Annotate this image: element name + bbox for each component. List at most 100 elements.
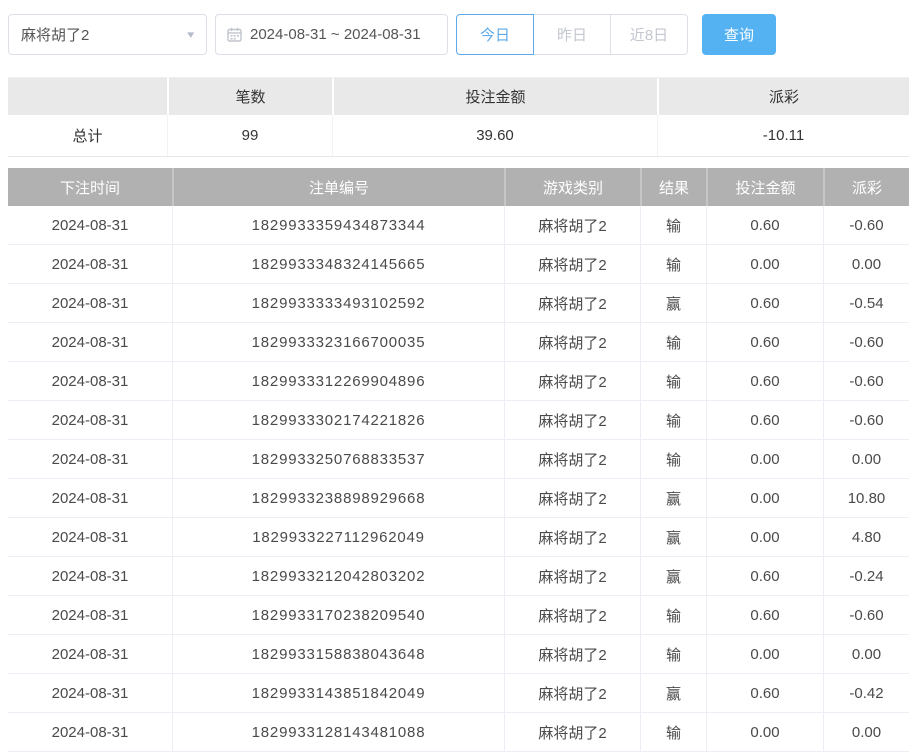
table-row: 2024-08-311829933212042803202麻将胡了2赢0.60-… — [8, 557, 909, 596]
payout-cell: 4.80 — [823, 518, 909, 556]
bet-time-cell: 2024-08-31 — [8, 206, 172, 244]
summary-header-payout: 派彩 — [657, 78, 909, 115]
game-type-cell: 麻将胡了2 — [504, 440, 640, 478]
payout-cell: -0.60 — [823, 206, 909, 244]
table-row: 2024-08-311829933143851842049麻将胡了2赢0.60-… — [8, 674, 909, 713]
calendar-icon — [227, 27, 242, 42]
summary-total-count: 99 — [167, 115, 332, 156]
table-row: 2024-08-311829933250768833537麻将胡了2输0.000… — [8, 440, 909, 479]
game-type-cell: 麻将胡了2 — [504, 635, 640, 673]
table-row: 2024-08-311829933158838043648麻将胡了2输0.000… — [8, 635, 909, 674]
bet-id-cell: 1829933312269904896 — [172, 362, 504, 400]
payout-cell: -0.60 — [823, 596, 909, 634]
last-8-days-button[interactable]: 近8日 — [610, 14, 688, 55]
game-type-cell: 麻将胡了2 — [504, 284, 640, 322]
summary-total-bet-amount: 39.60 — [332, 115, 657, 156]
summary-header-bet-amount: 投注金额 — [332, 78, 657, 115]
table-row: 2024-08-311829933312269904896麻将胡了2输0.60-… — [8, 362, 909, 401]
bet-amount-cell: 0.00 — [706, 245, 823, 283]
result-cell: 输 — [640, 440, 706, 478]
payout-cell: -0.54 — [823, 284, 909, 322]
table-row: 2024-08-311829933333493102592麻将胡了2赢0.60-… — [8, 284, 909, 323]
table-row: 2024-08-311829933238898929668麻将胡了2赢0.001… — [8, 479, 909, 518]
result-cell: 赢 — [640, 674, 706, 712]
bet-id-cell: 1829933359434873344 — [172, 206, 504, 244]
game-type-cell: 麻将胡了2 — [504, 557, 640, 595]
summary-total-label: 总计 — [8, 115, 167, 156]
bet-id-cell: 1829933212042803202 — [172, 557, 504, 595]
game-type-cell: 麻将胡了2 — [504, 518, 640, 556]
bet-amount-cell: 0.60 — [706, 323, 823, 361]
result-cell: 输 — [640, 596, 706, 634]
bet-amount-cell: 0.60 — [706, 401, 823, 439]
bet-time-cell: 2024-08-31 — [8, 323, 172, 361]
payout-cell: 0.00 — [823, 713, 909, 751]
header-bet-time: 下注时间 — [8, 168, 172, 206]
summary-header-count: 笔数 — [167, 78, 332, 115]
table-row: 2024-08-311829933302174221826麻将胡了2输0.60-… — [8, 401, 909, 440]
search-button[interactable]: 查询 — [702, 14, 776, 55]
summary-total-payout: -10.11 — [657, 115, 909, 156]
bet-id-cell: 1829933323166700035 — [172, 323, 504, 361]
bet-id-cell: 1829933348324145665 — [172, 245, 504, 283]
bet-amount-cell: 0.00 — [706, 518, 823, 556]
payout-cell: -0.60 — [823, 362, 909, 400]
table-row: 2024-08-311829933359434873344麻将胡了2输0.60-… — [8, 206, 909, 245]
date-range-input[interactable]: 2024-08-31 ~ 2024-08-31 — [215, 14, 448, 55]
table-row: 2024-08-311829933170238209540麻将胡了2输0.60-… — [8, 596, 909, 635]
bet-time-cell: 2024-08-31 — [8, 284, 172, 322]
bet-id-cell: 1829933143851842049 — [172, 674, 504, 712]
bet-time-cell: 2024-08-31 — [8, 245, 172, 283]
game-type-cell: 麻将胡了2 — [504, 479, 640, 517]
bet-time-cell: 2024-08-31 — [8, 362, 172, 400]
result-cell: 输 — [640, 245, 706, 283]
result-cell: 输 — [640, 635, 706, 673]
result-cell: 输 — [640, 362, 706, 400]
payout-cell: 0.00 — [823, 635, 909, 673]
date-range-value: 2024-08-31 ~ 2024-08-31 — [250, 26, 421, 43]
bet-id-cell: 1829933333493102592 — [172, 284, 504, 322]
bet-amount-cell: 0.60 — [706, 557, 823, 595]
bet-time-cell: 2024-08-31 — [8, 557, 172, 595]
payout-cell: -0.24 — [823, 557, 909, 595]
result-cell: 输 — [640, 323, 706, 361]
bet-time-cell: 2024-08-31 — [8, 479, 172, 517]
bet-amount-cell: 0.60 — [706, 206, 823, 244]
bet-time-cell: 2024-08-31 — [8, 713, 172, 751]
result-cell: 输 — [640, 713, 706, 751]
header-result: 结果 — [640, 168, 706, 206]
game-type-cell: 麻将胡了2 — [504, 596, 640, 634]
result-cell: 赢 — [640, 284, 706, 322]
summary-header-blank — [8, 78, 167, 115]
bet-amount-cell: 0.60 — [706, 284, 823, 322]
table-row: 2024-08-311829933348324145665麻将胡了2输0.000… — [8, 245, 909, 284]
bet-time-cell: 2024-08-31 — [8, 674, 172, 712]
yesterday-button[interactable]: 昨日 — [533, 14, 611, 55]
payout-cell: 0.00 — [823, 440, 909, 478]
bet-time-cell: 2024-08-31 — [8, 596, 172, 634]
bet-amount-cell: 0.60 — [706, 674, 823, 712]
bet-amount-cell: 0.00 — [706, 713, 823, 751]
payout-cell: -0.60 — [823, 323, 909, 361]
bet-amount-cell: 0.60 — [706, 596, 823, 634]
game-select[interactable]: 麻将胡了2 ▾ — [8, 14, 207, 55]
today-button[interactable]: 今日 — [456, 14, 534, 55]
payout-cell: -0.60 — [823, 401, 909, 439]
game-type-cell: 麻将胡了2 — [504, 245, 640, 283]
game-type-cell: 麻将胡了2 — [504, 323, 640, 361]
records-header: 下注时间 注单编号 游戏类别 结果 投注金额 派彩 — [8, 168, 909, 206]
bet-time-cell: 2024-08-31 — [8, 440, 172, 478]
bet-time-cell: 2024-08-31 — [8, 401, 172, 439]
records-body: 2024-08-311829933359434873344麻将胡了2输0.60-… — [8, 206, 909, 752]
bet-id-cell: 1829933170238209540 — [172, 596, 504, 634]
result-cell: 赢 — [640, 557, 706, 595]
payout-cell: -0.42 — [823, 674, 909, 712]
game-select-value: 麻将胡了2 — [21, 24, 89, 45]
bet-id-cell: 1829933238898929668 — [172, 479, 504, 517]
summary-table: 笔数 投注金额 派彩 总计 99 39.60 -10.11 — [8, 77, 909, 157]
game-type-cell: 麻将胡了2 — [504, 206, 640, 244]
header-game-type: 游戏类别 — [504, 168, 640, 206]
bet-id-cell: 1829933227112962049 — [172, 518, 504, 556]
game-type-cell: 麻将胡了2 — [504, 401, 640, 439]
payout-cell: 10.80 — [823, 479, 909, 517]
